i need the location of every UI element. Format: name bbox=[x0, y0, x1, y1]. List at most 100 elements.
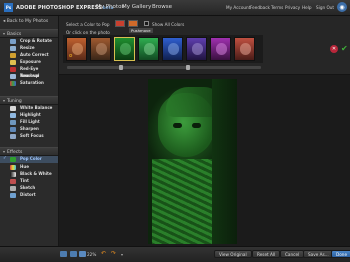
tool-distort[interactable]: Distort bbox=[0, 192, 58, 199]
photo-canvas[interactable] bbox=[59, 75, 350, 246]
tool-sharpen[interactable]: Sharpen bbox=[0, 126, 58, 133]
tool-resize[interactable]: Resize bbox=[0, 45, 58, 52]
collapse-icon: ▾ bbox=[3, 149, 6, 154]
collapse-icon: ▾ bbox=[3, 98, 6, 103]
thumb-option[interactable] bbox=[210, 37, 231, 61]
color-swatch-red[interactable] bbox=[115, 20, 125, 27]
thumb-option-selected[interactable] bbox=[114, 37, 135, 61]
top-bar: Ps ADOBE PHOTOSHOP EXPRESSbeta My Photos… bbox=[0, 0, 350, 16]
thumb-option[interactable] bbox=[234, 37, 255, 61]
tool-highlight[interactable]: Highlight bbox=[0, 112, 58, 119]
saturation-icon bbox=[10, 81, 16, 86]
tooltip: Pushmove bbox=[129, 28, 153, 33]
photo-eye bbox=[173, 123, 182, 128]
tool-black-white[interactable]: Black & White bbox=[0, 171, 58, 178]
reset-all-button[interactable]: Reset All bbox=[252, 250, 281, 258]
section-tuning[interactable]: ▾ Tuning bbox=[0, 96, 58, 105]
undo-icon[interactable]: ↶ bbox=[101, 250, 106, 257]
history-dropdown-icon[interactable]: ▾ bbox=[121, 252, 123, 257]
black-white-icon bbox=[10, 172, 16, 177]
thumb-face bbox=[120, 43, 131, 55]
tool-soft-focus[interactable]: Soft Focus bbox=[0, 133, 58, 140]
view-original-button[interactable]: View Original bbox=[214, 250, 252, 258]
tool-red-eye-removal[interactable]: Red-Eye Removal bbox=[0, 66, 58, 78]
thumb-face bbox=[72, 43, 83, 55]
tool-saturation[interactable]: Saturation bbox=[0, 80, 58, 87]
resize-icon bbox=[10, 46, 16, 51]
thumb-face bbox=[216, 43, 227, 55]
nav-my-photos[interactable]: My Photos bbox=[96, 4, 124, 10]
tool-auto-correct[interactable]: Auto Correct bbox=[0, 52, 58, 59]
photoshop-logo-icon: Ps bbox=[4, 3, 13, 12]
photo-eye bbox=[192, 123, 201, 128]
thumb-face bbox=[168, 43, 179, 55]
crop-icon bbox=[10, 39, 16, 44]
privacy-link[interactable]: Privacy bbox=[285, 5, 300, 10]
fit-to-screen-icon[interactable] bbox=[60, 251, 67, 257]
done-button[interactable]: Done bbox=[331, 250, 350, 258]
tool-hue[interactable]: Hue bbox=[0, 164, 58, 171]
thumb-option[interactable] bbox=[186, 37, 207, 61]
sharpen-icon bbox=[10, 127, 16, 132]
tool-tint[interactable]: Tint bbox=[0, 178, 58, 185]
touchup-icon bbox=[10, 74, 16, 79]
thumb-face bbox=[144, 43, 155, 55]
sketch-icon bbox=[10, 186, 16, 191]
tool-pop-color[interactable]: ✓ Pop Color bbox=[0, 156, 58, 163]
color-swatch-orange[interactable] bbox=[128, 20, 138, 27]
section-effects[interactable]: ▾ Effects bbox=[0, 147, 58, 156]
collapse-icon: ▾ bbox=[3, 31, 6, 36]
save-as-button[interactable]: Save As... bbox=[303, 250, 334, 258]
tool-crop-rotate[interactable]: Crop & Rotate bbox=[0, 38, 58, 45]
tool-exposure[interactable]: Exposure bbox=[0, 59, 58, 66]
actual-size-icon[interactable] bbox=[70, 251, 77, 257]
tool-sketch[interactable]: Sketch bbox=[0, 185, 58, 192]
thumb-face bbox=[240, 43, 251, 55]
color-range-slider[interactable] bbox=[67, 66, 261, 69]
tool-white-balance[interactable]: White Balance bbox=[0, 105, 58, 112]
pop-color-options: Select a Color to Pop Show All Colors Or… bbox=[59, 16, 350, 75]
back-to-my-photos-link[interactable]: ◂ Back to My Photos bbox=[3, 19, 48, 24]
pushpin-icon: ✪ bbox=[69, 53, 73, 58]
white-balance-icon bbox=[10, 106, 16, 111]
color-thumbnail-strip: ✪ bbox=[63, 35, 263, 63]
show-all-colors-label: Show All Colors bbox=[152, 22, 185, 27]
cancel-button[interactable]: Cancel bbox=[280, 250, 305, 258]
tools-sidebar: ◂ Back to My Photos ▾ Basics Crop & Rotat… bbox=[0, 16, 59, 246]
redo-icon[interactable]: ↷ bbox=[111, 250, 116, 257]
thumb-option[interactable] bbox=[90, 37, 111, 61]
zoom-level: 22% bbox=[87, 251, 97, 257]
tool-fill-light[interactable]: Fill Light bbox=[0, 119, 58, 126]
slider-handle[interactable] bbox=[186, 65, 190, 70]
exposure-icon bbox=[10, 60, 16, 65]
slider-handle[interactable] bbox=[119, 65, 123, 70]
my-account-link[interactable]: My Account bbox=[226, 5, 250, 10]
checkmark-icon: ✓ bbox=[3, 156, 7, 161]
select-color-label: Select a Color to Pop bbox=[66, 22, 110, 27]
photo-shadow bbox=[212, 79, 237, 244]
soft-focus-icon bbox=[10, 134, 16, 139]
zoom-icon[interactable] bbox=[79, 251, 86, 257]
apply-effect-icon[interactable]: ✔ bbox=[341, 44, 348, 53]
hue-icon bbox=[10, 165, 16, 170]
terms-link[interactable]: Terms bbox=[271, 5, 283, 10]
nav-browse[interactable]: Browse bbox=[152, 4, 172, 10]
tool-touchup[interactable]: Touchup bbox=[0, 73, 58, 80]
sign-out-link[interactable]: Sign Out bbox=[316, 5, 334, 10]
section-basics[interactable]: ▾ Basics bbox=[0, 29, 58, 38]
thumb-face bbox=[192, 43, 203, 55]
thumb-option[interactable]: ✪ bbox=[66, 37, 87, 61]
thumb-option[interactable] bbox=[162, 37, 183, 61]
feedback-link[interactable]: Feedback bbox=[250, 5, 270, 10]
show-all-colors-checkbox[interactable] bbox=[144, 21, 149, 26]
help-link[interactable]: Help bbox=[302, 5, 312, 10]
nav-my-gallery[interactable]: My Gallery bbox=[122, 4, 151, 10]
cancel-effect-icon[interactable]: ✕ bbox=[330, 45, 338, 53]
user-icon[interactable]: ◉ bbox=[337, 2, 347, 12]
bottom-toolbar: 22% ↶ ↷ ▾ View Original Reset All Cancel… bbox=[0, 246, 350, 262]
distort-icon bbox=[10, 193, 16, 198]
thumb-face bbox=[96, 43, 107, 55]
edited-photo[interactable] bbox=[148, 79, 237, 244]
thumb-option[interactable] bbox=[138, 37, 159, 61]
auto-correct-icon bbox=[10, 53, 16, 58]
